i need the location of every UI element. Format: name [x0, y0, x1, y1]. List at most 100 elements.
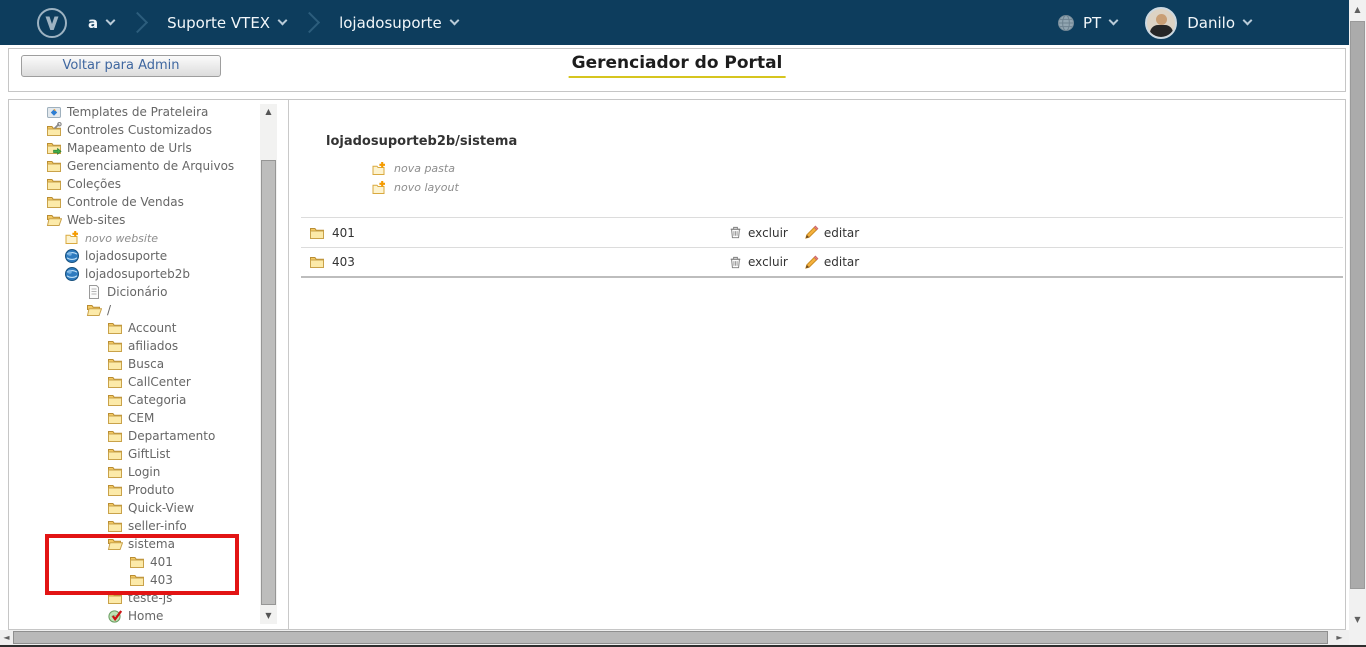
edit-button[interactable]: editar: [804, 255, 859, 270]
page-vertical-scrollbar[interactable]: ▲ ▼: [1349, 0, 1366, 645]
avatar-head: [1156, 14, 1167, 25]
tree-item-label: 403: [150, 573, 173, 587]
delete-button[interactable]: excluir: [728, 225, 788, 240]
new-item-links: nova pasta novo layout: [371, 159, 459, 197]
tree-item-label: 401: [150, 555, 173, 569]
tree-item-giftlist[interactable]: GiftList: [9, 445, 266, 463]
sidebar-tree-panel: Templates de Prateleira Controles Custom…: [9, 100, 289, 629]
tree-item-sistema[interactable]: sistema: [9, 535, 266, 553]
tree-item-web-sites[interactable]: Web-sites: [9, 211, 266, 229]
tree-item-novo-website[interactable]: novo website: [9, 229, 266, 247]
folder-plus-icon: [371, 161, 387, 177]
language-menu[interactable]: PT: [1083, 14, 1117, 32]
edit-button[interactable]: editar: [804, 225, 859, 240]
folder-name[interactable]: 403: [332, 255, 355, 269]
tree-item-gerenciamento-de-arquivos[interactable]: Gerenciamento de Arquivos: [9, 157, 266, 175]
tree-item-teste-js[interactable]: teste-js: [9, 589, 266, 607]
tree-item-label: Mapeamento de Urls: [67, 141, 192, 155]
scroll-right-icon[interactable]: ►: [1333, 630, 1346, 645]
tree-item-label: Dicionário: [107, 285, 167, 299]
account-menu[interactable]: a: [88, 14, 114, 32]
page-horizontal-scrollbar-thumb[interactable]: [13, 631, 1328, 644]
scroll-up-icon[interactable]: ▲: [260, 104, 277, 120]
tree-item-label: Busca: [128, 357, 164, 371]
tree-item-label: GiftList: [128, 447, 170, 461]
scroll-down-icon[interactable]: ▼: [1349, 612, 1366, 628]
folder-icon: [107, 464, 123, 480]
tree-item-callcenter[interactable]: CallCenter: [9, 373, 266, 391]
tree-item-label: novo website: [85, 232, 158, 245]
folder-row-403: 403 excluir editar: [301, 248, 1343, 278]
tree-item-seller-info[interactable]: seller-info: [9, 517, 266, 535]
tree-item-label: Account: [128, 321, 176, 335]
user-name-label: Danilo: [1187, 14, 1235, 32]
tree-item-account[interactable]: Account: [9, 319, 266, 337]
back-to-admin-button[interactable]: Voltar para Admin: [21, 55, 221, 77]
breadcrumb-separator-icon: [127, 12, 148, 33]
tree-item-label: Controles Customizados: [67, 123, 212, 137]
tree-item-root[interactable]: /: [9, 301, 266, 319]
store-menu[interactable]: Suporte VTEX: [167, 14, 286, 32]
folder-name[interactable]: 401: [332, 226, 355, 240]
app-window: a Suporte VTEX lojadosuporte PT: [0, 0, 1366, 647]
folder-tree: Templates de Prateleira Controles Custom…: [9, 103, 266, 625]
tree-item-departamento[interactable]: Departamento: [9, 427, 266, 445]
page-horizontal-scrollbar[interactable]: ◄ ►: [0, 630, 1349, 645]
folder-plus-icon: [64, 230, 80, 246]
vtex-logo-icon[interactable]: [36, 7, 68, 39]
tree-item-dicionario[interactable]: Dicionário: [9, 283, 266, 301]
user-avatar[interactable]: [1145, 7, 1177, 39]
tree-item-categoria[interactable]: Categoria: [9, 391, 266, 409]
page-vertical-scrollbar-thumb[interactable]: [1350, 21, 1365, 589]
top-navbar: a Suporte VTEX lojadosuporte PT: [0, 0, 1349, 45]
sidebar-scrollbar-thumb[interactable]: [261, 160, 276, 605]
delete-label: excluir: [748, 255, 788, 269]
tree-item-login[interactable]: Login: [9, 463, 266, 481]
tree-item-label: /: [107, 303, 111, 317]
folder-open-icon: [86, 302, 102, 318]
folder-icon: [46, 158, 62, 174]
tree-item-controles-customizados[interactable]: Controles Customizados: [9, 121, 266, 139]
folder-plus-icon: [371, 180, 387, 196]
delete-button[interactable]: excluir: [728, 255, 788, 270]
breadcrumb-separator-icon: [299, 12, 320, 33]
store-menu-label: Suporte VTEX: [167, 14, 270, 32]
new-folder-label: nova pasta: [394, 162, 455, 175]
trash-icon: [728, 255, 743, 270]
tree-item-label: lojadosuporteb2b: [85, 267, 190, 281]
user-menu[interactable]: Danilo: [1187, 14, 1251, 32]
scroll-down-icon[interactable]: ▼: [260, 608, 277, 624]
tree-item-controle-de-vendas[interactable]: Controle de Vendas: [9, 193, 266, 211]
folder-icon: [107, 392, 123, 408]
tree-item-templates-de-prateleira[interactable]: Templates de Prateleira: [9, 103, 266, 121]
globe-icon: [64, 248, 80, 264]
tree-item-label: afiliados: [128, 339, 178, 353]
new-layout-link[interactable]: novo layout: [371, 178, 459, 197]
scroll-up-icon[interactable]: ▲: [1349, 2, 1366, 18]
tree-item-label: Templates de Prateleira: [67, 105, 208, 119]
edit-label: editar: [824, 255, 859, 269]
tree-item-lojadosuporte[interactable]: lojadosuporte: [9, 247, 266, 265]
new-folder-link[interactable]: nova pasta: [371, 159, 459, 178]
account-menu-label: a: [88, 14, 98, 32]
scroll-left-icon[interactable]: ◄: [0, 630, 13, 645]
topbar-left: a Suporte VTEX lojadosuporte: [36, 7, 458, 39]
tree-item-label: Produto: [128, 483, 174, 497]
tree-item-401[interactable]: 401: [9, 553, 266, 571]
tree-item-quick-view[interactable]: Quick-View: [9, 499, 266, 517]
tree-item-home[interactable]: Home: [9, 607, 266, 625]
globe-icon: [64, 266, 80, 282]
site-menu[interactable]: lojadosuporte: [339, 14, 458, 32]
tree-item-afiliados[interactable]: afiliados: [9, 337, 266, 355]
tree-item-produto[interactable]: Produto: [9, 481, 266, 499]
tree-item-403[interactable]: 403: [9, 571, 266, 589]
tree-item-lojadosuporteb2b[interactable]: lojadosuporteb2b: [9, 265, 266, 283]
tree-item-cem[interactable]: CEM: [9, 409, 266, 427]
tree-item-colecoes[interactable]: Coleções: [9, 175, 266, 193]
page-header: Voltar para Admin Gerenciador do Portal: [8, 48, 1346, 92]
folder-view-panel: lojadosuporteb2b/sistema nova pasta novo…: [290, 100, 1345, 629]
tree-item-label: Gerenciamento de Arquivos: [67, 159, 234, 173]
tree-item-mapeamento-de-urls[interactable]: Mapeamento de Urls: [9, 139, 266, 157]
tree-item-busca[interactable]: Busca: [9, 355, 266, 373]
sidebar-scrollbar[interactable]: ▲ ▼: [260, 104, 277, 624]
